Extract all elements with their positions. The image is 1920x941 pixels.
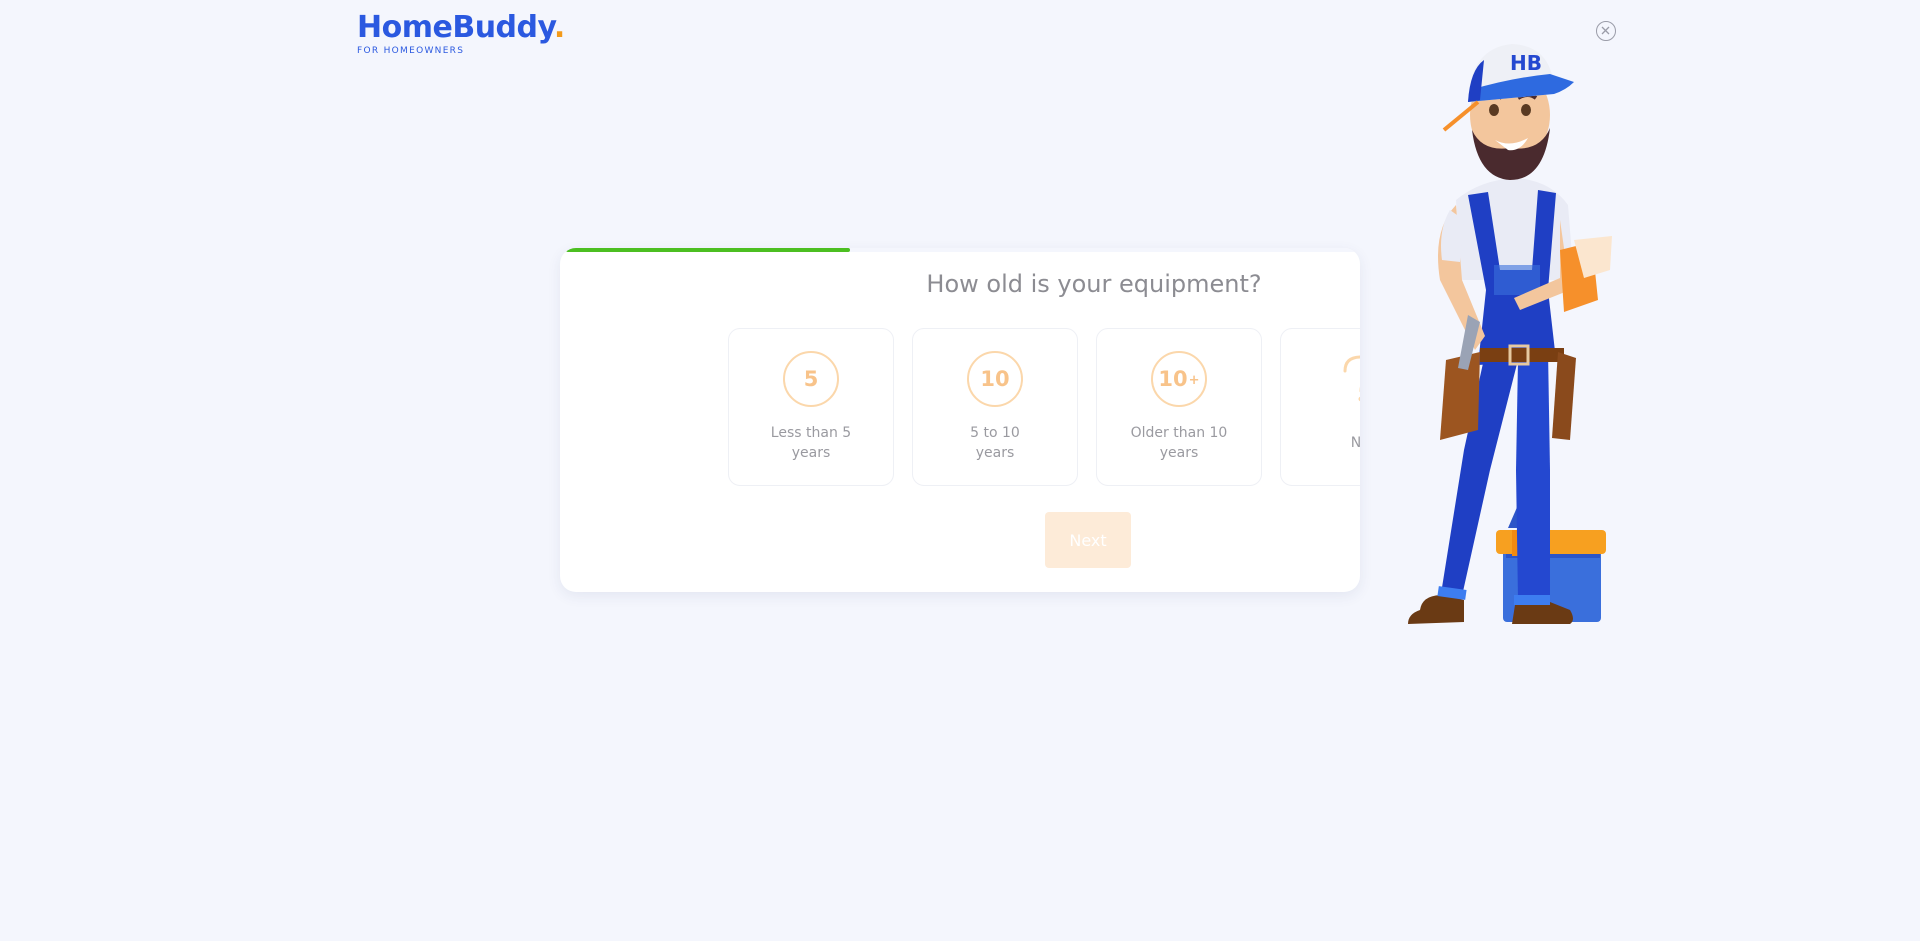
option-label-line1: Older than 10 xyxy=(1130,425,1228,441)
option-label: 5 to 10 years xyxy=(921,423,1069,463)
badge-10-icon: 10 xyxy=(967,351,1023,407)
progress-bar-fill xyxy=(566,248,850,252)
question-title: How old is your equipment? xyxy=(926,270,1262,298)
progress-bar xyxy=(566,248,1354,252)
handyman-mascot-illustration: HB xyxy=(1408,44,1612,624)
option-label-line2: years xyxy=(1159,445,1199,461)
next-button[interactable]: Next xyxy=(1045,512,1131,568)
logo-dot: . xyxy=(553,10,565,45)
option-5-to-10-years[interactable]: 10 5 to 10 years xyxy=(912,328,1078,486)
option-label-line1: Less than 5 xyxy=(770,425,852,441)
badge-5-icon: 5 xyxy=(783,351,839,407)
option-less-than-5-years[interactable]: 5 Less than 5 years xyxy=(728,328,894,486)
option-badge-plus: + xyxy=(1188,373,1200,388)
option-older-than-10-years[interactable]: 10 + Older than 10 years xyxy=(1096,328,1262,486)
logo-name: HomeBuddy xyxy=(357,10,554,45)
option-label: Older than 10 years xyxy=(1105,423,1253,463)
cap-text: HB xyxy=(1510,51,1542,75)
option-label-line2: years xyxy=(791,445,831,461)
question-mark-icon xyxy=(1343,355,1360,402)
logo-wordmark: HomeBuddy. xyxy=(357,11,565,45)
homebuddy-logo[interactable]: HomeBuddy. FOR HOMEOWNERS xyxy=(357,11,565,57)
option-label: Not xyxy=(1289,433,1360,453)
logo-tagline: FOR HOMEOWNERS xyxy=(357,46,465,56)
option-not-sure[interactable]: Not xyxy=(1280,328,1360,486)
option-label-line1: Not xyxy=(1350,435,1360,451)
option-label-line1: 5 to 10 xyxy=(970,425,1020,441)
option-badge: 10 xyxy=(1158,367,1188,391)
option-label: Less than 5 years xyxy=(737,423,885,463)
option-badge: 5 xyxy=(803,367,819,391)
badge-10-plus-icon: 10 + xyxy=(1151,351,1207,407)
question-card: How old is your equipment? 5 Less than 5… xyxy=(560,248,1360,592)
option-label-line2: years xyxy=(975,445,1015,461)
option-badge: 10 xyxy=(980,367,1010,391)
